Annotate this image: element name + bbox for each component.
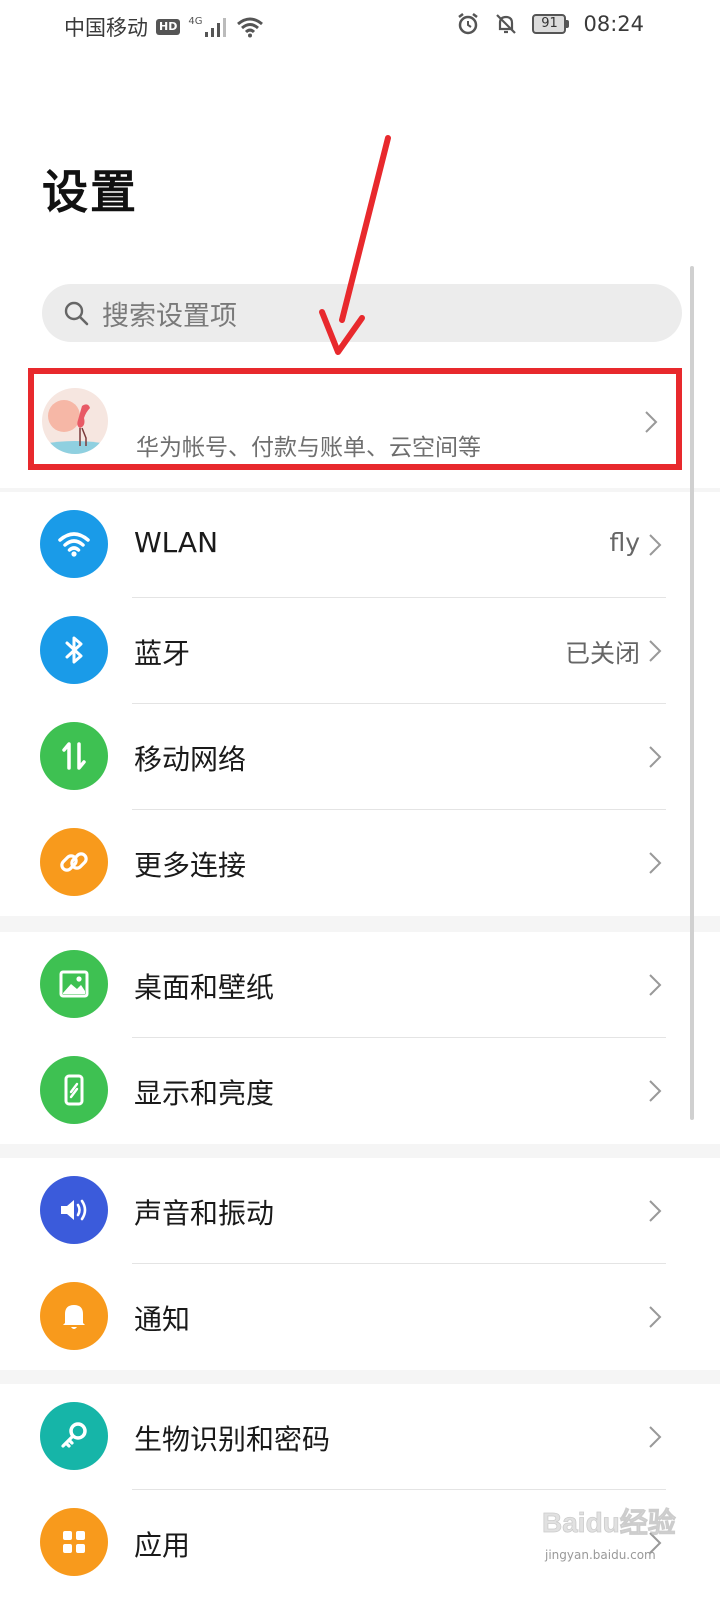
chevron-right-icon: [645, 411, 658, 433]
settings-item-sound[interactable]: 声音和振动: [0, 1158, 720, 1264]
settings-item-bluetooth[interactable]: 蓝牙 已关闭: [0, 598, 720, 704]
alarm-icon: [458, 13, 479, 35]
bell-icon: [40, 1282, 108, 1350]
settings-header: 设置 搜索设置项 华为帐号、付款与账单、云空间等: [0, 56, 720, 488]
settings-item-value: fly: [609, 528, 640, 557]
clock: 08:24: [583, 12, 644, 36]
chevron-right-icon: [649, 534, 662, 556]
chevron-right-icon: [649, 1426, 662, 1448]
settings-item-label: 更多连接: [134, 849, 247, 882]
chevron-right-icon: [649, 1306, 662, 1328]
page-title: 设置: [42, 165, 138, 219]
battery-icon: 91: [532, 14, 570, 34]
settings-item-label: 移动网络: [134, 743, 247, 776]
account-subtitle: 华为帐号、付款与账单、云空间等: [136, 435, 481, 461]
search-input[interactable]: 搜索设置项: [42, 284, 682, 342]
settings-item-biometrics[interactable]: 生物识别和密码: [0, 1384, 720, 1490]
settings-item-more-connections[interactable]: 更多连接: [0, 810, 720, 916]
avatar: [42, 388, 108, 454]
settings-item-label: 生物识别和密码: [134, 1423, 331, 1456]
watermark-url: jingyan.baidu.com: [545, 1548, 656, 1562]
wifi-icon: [237, 17, 264, 38]
chevron-right-icon: [649, 1200, 662, 1222]
settings-item-value: 已关闭: [564, 639, 640, 668]
settings-item-label: 应用: [134, 1529, 191, 1562]
link-icon: [40, 828, 108, 896]
settings-item-wallpaper[interactable]: 桌面和壁纸: [0, 932, 720, 1038]
settings-item-label: 显示和亮度: [134, 1077, 275, 1110]
key-icon: [40, 1402, 108, 1470]
signal-icon: [205, 18, 227, 37]
settings-item-mobile-network[interactable]: 移动网络: [0, 704, 720, 810]
mobile-data-icon: [40, 722, 108, 790]
settings-group-display: 桌面和壁纸 显示和亮度: [0, 932, 720, 1144]
settings-group-sound: 声音和振动 通知: [0, 1158, 720, 1370]
settings-item-label: 声音和振动: [134, 1197, 275, 1230]
settings-item-label: 通知: [134, 1303, 191, 1336]
settings-item-label: WLAN: [134, 526, 219, 559]
settings-group-security: 生物识别和密码 应用: [0, 1384, 720, 1600]
hd-badge: HD: [156, 19, 181, 35]
account-row[interactable]: 华为帐号、付款与账单、云空间等: [28, 368, 682, 470]
chevron-right-icon: [649, 640, 662, 662]
status-bar: 中国移动 HD 4G 91 08:24: [0, 0, 720, 56]
watermark-logo-text: Baidu经验: [542, 1506, 676, 1538]
battery-level: 91: [532, 14, 567, 34]
sound-icon: [40, 1176, 108, 1244]
wifi-icon: [40, 510, 108, 578]
chevron-right-icon: [649, 852, 662, 874]
chevron-right-icon: [649, 1080, 662, 1102]
search-icon: [64, 301, 89, 326]
apps-icon: [40, 1508, 108, 1576]
settings-item-wlan[interactable]: WLAN fly: [0, 492, 720, 598]
settings-item-label: 桌面和壁纸: [134, 971, 275, 1004]
chevron-right-icon: [649, 746, 662, 768]
network-type: 4G: [188, 15, 203, 27]
settings-group-connectivity: WLAN fly 蓝牙 已关闭 移动网络 更多连接: [0, 492, 720, 916]
scrollbar[interactable]: [690, 266, 694, 1120]
bluetooth-icon: [40, 616, 108, 684]
mute-icon: [496, 14, 517, 34]
baidu-watermark-logo: Baidu经验: [542, 1506, 677, 1539]
settings-item-label: 蓝牙: [134, 637, 191, 670]
settings-item-display[interactable]: 显示和亮度: [0, 1038, 720, 1144]
carrier-name: 中国移动: [64, 16, 148, 40]
search-placeholder: 搜索设置项: [102, 300, 237, 332]
display-icon: [40, 1056, 108, 1124]
wallpaper-icon: [40, 950, 108, 1018]
chevron-right-icon: [649, 974, 662, 996]
settings-item-notifications[interactable]: 通知: [0, 1264, 720, 1370]
